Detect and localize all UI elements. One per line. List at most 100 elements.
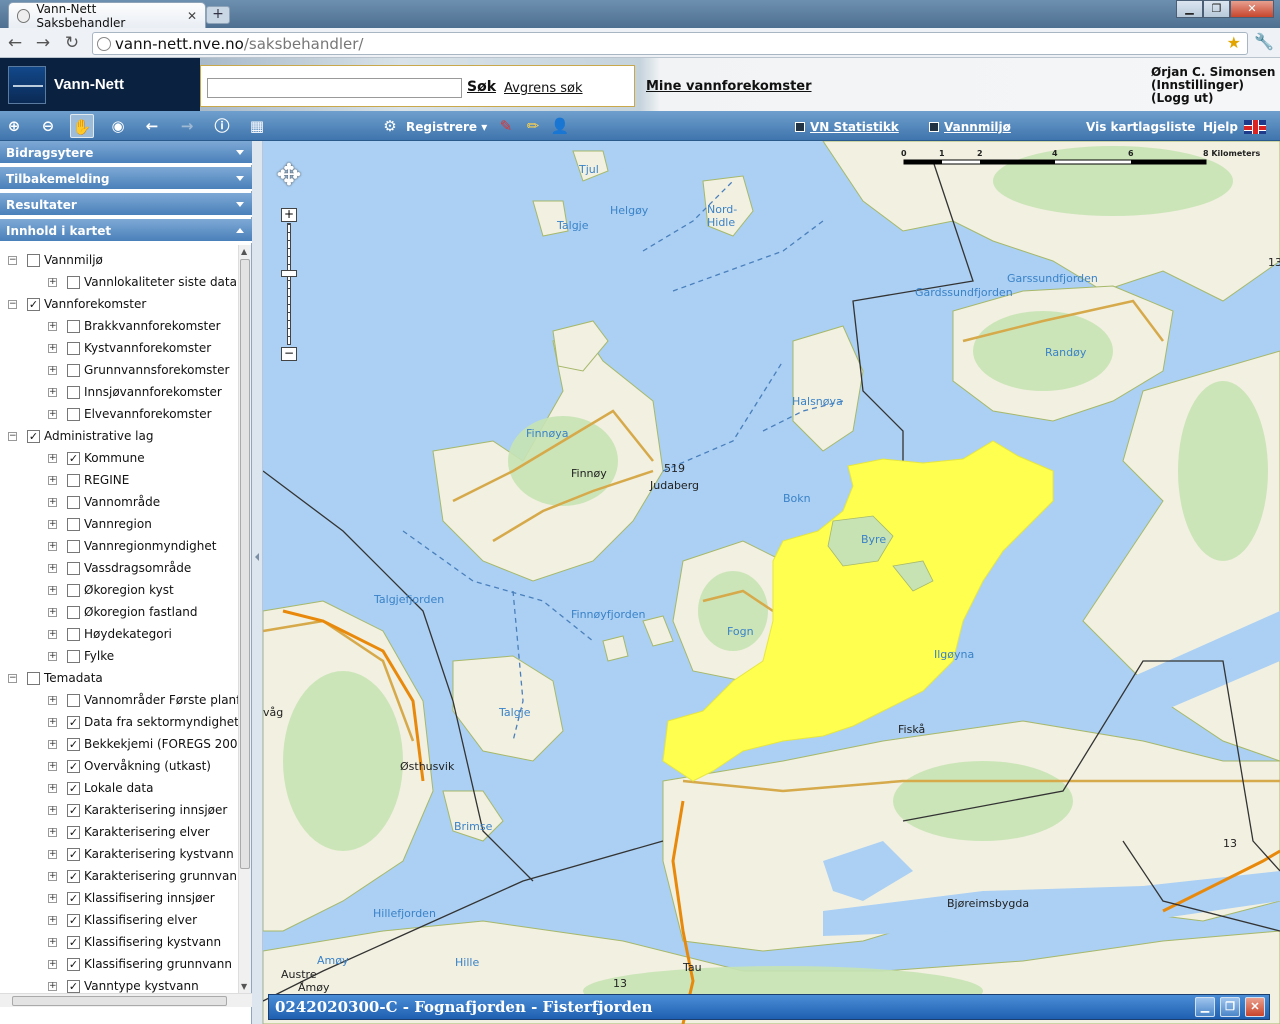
zoom-in-icon[interactable]: ⊕ <box>2 114 26 138</box>
search-input[interactable] <box>207 78 462 98</box>
layer-checkbox[interactable]: ✓ <box>27 429 40 443</box>
close-icon[interactable]: ✕ <box>1245 997 1265 1017</box>
scroll-thumb[interactable] <box>12 996 227 1006</box>
layer-item[interactable]: + ✓ Klassifisering innsjøer <box>48 887 215 909</box>
panel-map-contents[interactable]: Innhold i kartet <box>0 219 252 243</box>
layer-checkbox[interactable] <box>67 605 80 619</box>
layer-item[interactable]: + ✓ Klassifisering kystvann <box>48 931 221 953</box>
collapse-icon[interactable]: − <box>8 255 17 265</box>
layer-checkbox[interactable]: ✓ <box>67 891 80 905</box>
layer-checkbox[interactable]: ✓ <box>67 869 80 883</box>
panel-feedback[interactable]: Tilbakemelding <box>0 167 252 191</box>
close-tab-icon[interactable]: ✕ <box>187 9 197 23</box>
close-window-icon[interactable]: ✕ <box>1230 0 1274 18</box>
layer-item[interactable]: + ✓ Overvåkning (utkast) <box>48 755 211 777</box>
layer-item[interactable]: + ✓ Karakterisering kystvann <box>48 843 234 865</box>
zoom-in-button[interactable]: + <box>281 208 297 222</box>
expand-icon[interactable]: + <box>48 629 57 639</box>
add-user-icon[interactable]: 👤 <box>548 114 572 138</box>
reload-icon[interactable]: ↻ <box>61 32 83 54</box>
my-water-bodies-link[interactable]: Mine vannforekomster <box>646 79 812 94</box>
expand-icon[interactable]: + <box>48 365 57 375</box>
layer-item[interactable]: + Vannregionmyndighet <box>48 535 216 557</box>
expand-icon[interactable]: + <box>48 541 57 551</box>
layer-item[interactable]: + ✓ Data fra sektormyndighete <box>48 711 238 733</box>
layer-checkbox[interactable] <box>27 671 40 685</box>
search-button[interactable]: Søk <box>467 79 496 95</box>
vn-statistics-link[interactable]: VN Statistikk <box>795 120 899 134</box>
scroll-thumb[interactable] <box>240 259 250 869</box>
layer-checkbox[interactable]: ✓ <box>67 957 80 971</box>
expand-icon[interactable]: + <box>48 497 57 507</box>
expand-icon[interactable]: + <box>48 585 57 595</box>
expand-icon[interactable]: + <box>48 321 57 331</box>
expand-icon[interactable]: + <box>48 893 57 903</box>
scroll-down-icon[interactable]: ▼ <box>241 982 247 991</box>
layer-item[interactable]: + ✓ Klassifisering grunnvann <box>48 953 232 975</box>
layer-checkbox[interactable] <box>67 319 80 333</box>
layer-item[interactable]: + REGINE <box>48 469 129 491</box>
zoom-out-button[interactable]: − <box>281 347 297 361</box>
layer-item[interactable]: + Økoregion kyst <box>48 579 174 601</box>
layer-checkbox[interactable]: ✓ <box>67 715 80 729</box>
tree-vertical-scrollbar[interactable]: ▲ ▼ <box>238 245 251 993</box>
bookmark-star-icon[interactable]: ★ <box>1227 33 1241 52</box>
layer-item[interactable]: + ✓ Karakterisering elver <box>48 821 210 843</box>
expand-icon[interactable]: + <box>48 563 57 573</box>
water-environment-link[interactable]: Vannmiljø <box>929 120 1011 134</box>
expand-icon[interactable]: + <box>48 959 57 969</box>
print-icon[interactable]: ▦ <box>245 114 269 138</box>
layer-group[interactable]: − Temadata <box>8 667 103 689</box>
expand-icon[interactable]: + <box>48 651 57 661</box>
layer-checkbox[interactable] <box>67 363 80 377</box>
layer-group[interactable]: − Vannmiljø <box>8 249 103 271</box>
expand-icon[interactable]: + <box>48 805 57 815</box>
collapse-icon[interactable]: − <box>8 431 17 441</box>
layer-checkbox[interactable]: ✓ <box>67 847 80 861</box>
layer-checkbox[interactable] <box>67 627 80 641</box>
expand-icon[interactable]: + <box>48 409 57 419</box>
layer-checkbox[interactable] <box>67 275 80 289</box>
wrench-icon[interactable]: 🔧 <box>1254 32 1274 51</box>
layer-checkbox[interactable] <box>67 407 80 421</box>
layer-checkbox[interactable]: ✓ <box>67 913 80 927</box>
browser-tab[interactable]: Vann-Nett Saksbehandler ✕ <box>8 2 206 30</box>
expand-icon[interactable]: + <box>48 827 57 837</box>
minimize-icon[interactable]: ▁ <box>1195 997 1215 1017</box>
zoom-slider[interactable]: + − <box>281 208 297 363</box>
layer-checkbox[interactable] <box>67 495 80 509</box>
collapse-icon[interactable]: − <box>8 299 17 309</box>
layer-item[interactable]: + Kystvannforekomster <box>48 337 211 359</box>
address-bar[interactable]: vann-nett.nve.no/saksbehandler/ ★ <box>92 32 1248 55</box>
layer-checkbox[interactable]: ✓ <box>67 451 80 465</box>
feature-info-window[interactable]: 0242020300-C - Fognafjorden - Fisterfjor… <box>268 994 1270 1020</box>
layer-checkbox[interactable]: ✓ <box>67 759 80 773</box>
expand-icon[interactable]: + <box>48 739 57 749</box>
layer-checkbox[interactable] <box>27 253 40 267</box>
layer-checkbox[interactable] <box>67 583 80 597</box>
layer-item[interactable]: + ✓ Lokale data <box>48 777 153 799</box>
identify-icon[interactable]: ⓘ <box>210 114 234 138</box>
collapse-icon[interactable]: − <box>8 673 17 683</box>
measure-icon[interactable]: ✎ <box>494 114 518 138</box>
layer-item[interactable]: + Vannområde <box>48 491 160 513</box>
expand-icon[interactable]: + <box>48 475 57 485</box>
layer-checkbox[interactable]: ✓ <box>67 935 80 949</box>
layer-checkbox[interactable] <box>67 539 80 553</box>
full-extent-icon[interactable]: ◉ <box>106 114 130 138</box>
layer-item[interactable]: + Brakkvannforekomster <box>48 315 221 337</box>
tree-horizontal-scrollbar[interactable] <box>0 993 252 1007</box>
refine-search-link[interactable]: Avgrens søk <box>504 81 583 96</box>
register-icon[interactable]: ⚙ <box>378 114 402 138</box>
pan-arrows-icon[interactable]: ✥ <box>268 155 310 197</box>
expand-icon[interactable]: + <box>48 783 57 793</box>
register-menu[interactable]: Registrere ▾ <box>406 120 487 134</box>
layer-checkbox[interactable] <box>67 693 80 707</box>
layer-checkbox[interactable] <box>67 649 80 663</box>
layer-checkbox[interactable] <box>67 341 80 355</box>
layer-item[interactable]: + Vannregion <box>48 513 152 535</box>
expand-icon[interactable]: + <box>48 915 57 925</box>
expand-icon[interactable]: + <box>48 695 57 705</box>
layer-checkbox[interactable]: ✓ <box>27 297 40 311</box>
new-tab-button[interactable]: + <box>206 6 230 24</box>
